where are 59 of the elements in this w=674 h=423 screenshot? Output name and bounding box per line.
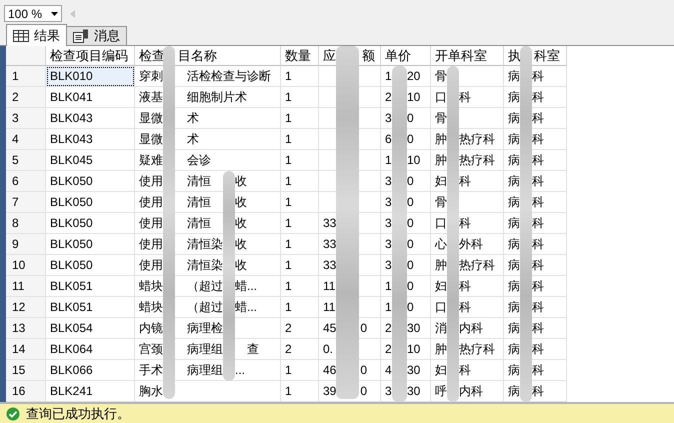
row-number: 2 [6, 87, 46, 108]
row-number: 14 [6, 339, 46, 360]
row-number: 4 [6, 129, 46, 150]
quantity-cell: 2 [281, 318, 319, 339]
result-tab[interactable]: 结果 [6, 24, 67, 46]
row-number: 16 [6, 381, 46, 402]
quantity-cell: 1 [281, 192, 319, 213]
row-number: 8 [6, 213, 46, 234]
item-code-cell: BLK050 [46, 255, 135, 276]
item-code-cell: BLK041 [46, 87, 135, 108]
item-code-cell: BLK064 [46, 339, 135, 360]
row-number: 1 [6, 66, 46, 87]
quantity-cell: 1 [281, 297, 319, 318]
scroll-left-icon[interactable] [70, 10, 75, 18]
quantity-cell: 1 [281, 129, 319, 150]
item-code-cell: BLK050 [46, 192, 135, 213]
zoom-dropdown[interactable]: 100 % [4, 5, 62, 22]
row-number: 5 [6, 150, 46, 171]
item-code-cell: BLK054 [46, 318, 135, 339]
status-message: 查询已成功执行。 [26, 404, 130, 422]
quantity-cell: 1 [281, 276, 319, 297]
row-number: 11 [6, 276, 46, 297]
quantity-cell: 2 [281, 339, 319, 360]
item-code-cell: BLK045 [46, 150, 135, 171]
quantity-cell: 1 [281, 87, 319, 108]
result-tab[interactable]: 消息 [66, 26, 127, 45]
quantity-cell: 1 [281, 213, 319, 234]
quantity-cell: 1 [281, 360, 319, 381]
row-number: 6 [6, 171, 46, 192]
item-code-cell: BLK066 [46, 360, 135, 381]
item-code-cell: BLK043 [46, 129, 135, 150]
row-number: 12 [6, 297, 46, 318]
quantity-cell: 1 [281, 66, 319, 87]
item-code-cell: BLK051 [46, 297, 135, 318]
column-header[interactable]: 数量 [281, 46, 319, 66]
quantity-cell: 1 [281, 234, 319, 255]
table-icon [13, 30, 29, 42]
corner-header[interactable] [6, 46, 46, 66]
item-code-cell: BLK050 [46, 234, 135, 255]
quantity-cell: 1 [281, 108, 319, 129]
success-icon [6, 406, 20, 420]
item-code-cell: BLK050 [46, 213, 135, 234]
row-number: 13 [6, 318, 46, 339]
row-number: 9 [6, 234, 46, 255]
document-icon [73, 29, 89, 43]
row-number: 7 [6, 192, 46, 213]
quantity-cell: 1 [281, 171, 319, 192]
column-header[interactable]: 单价 [381, 46, 431, 66]
item-code-cell: BLK050 [46, 171, 135, 192]
row-number: 10 [6, 255, 46, 276]
quantity-cell: 1 [281, 255, 319, 276]
item-code-cell: BLK010 [46, 66, 135, 87]
quantity-cell: 1 [281, 150, 319, 171]
caret-icon [51, 12, 58, 16]
item-code-cell: BLK051 [46, 276, 135, 297]
column-header[interactable]: 开单科室 [431, 46, 504, 66]
item-code-cell: BLK043 [46, 108, 135, 129]
row-number: 15 [6, 360, 46, 381]
row-number: 3 [6, 108, 46, 129]
